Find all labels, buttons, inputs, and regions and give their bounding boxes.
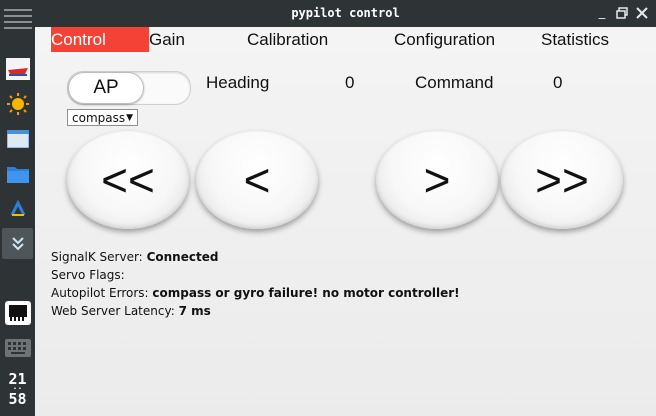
window-icon[interactable] [2, 123, 33, 154]
latency-label: Web Server Latency: [51, 304, 175, 318]
tab-calibration[interactable]: Calibration [247, 27, 328, 52]
servo-flags-status: Servo Flags: [51, 268, 125, 282]
tab-control[interactable]: Control [51, 27, 149, 52]
tab-statistics[interactable]: Statistics [541, 27, 609, 52]
heading-value: 0 [345, 73, 355, 92]
keyboard-icon[interactable] [2, 332, 33, 363]
minimize-icon[interactable]: _ [595, 5, 609, 21]
servo-flags-label: Servo Flags: [51, 268, 125, 282]
command-label: Command [415, 73, 494, 92]
menu-icon[interactable] [2, 3, 33, 34]
title-bar: pypilot control _ [35, 0, 656, 27]
close-icon[interactable] [635, 5, 649, 21]
main-content: Control Gain Calibration Configuration S… [35, 27, 656, 416]
sun-icon[interactable] [2, 88, 33, 119]
download-icon[interactable] [2, 228, 33, 259]
starboard-1-button[interactable]: > [376, 131, 498, 229]
mode-select-value: compass [72, 111, 126, 125]
restore-icon[interactable] [615, 5, 629, 21]
command-value: 0 [553, 73, 563, 92]
chevron-down-icon: ▼ [126, 113, 133, 123]
signalk-label: SignalK Server: [51, 250, 143, 264]
tab-configuration[interactable]: Configuration [394, 27, 495, 52]
clock: 21 ·· 58 [0, 372, 35, 408]
chart-icon[interactable] [2, 193, 33, 224]
autopilot-errors-value: compass or gyro failure! no motor contro… [152, 286, 460, 300]
left-dock: 21 ·· 58 [0, 0, 35, 416]
port-10-button[interactable]: << [67, 131, 189, 229]
autopilot-errors-label: Autopilot Errors: [51, 286, 149, 300]
boat-icon[interactable] [2, 53, 33, 84]
latency-status: Web Server Latency: 7 ms [51, 304, 211, 318]
starboard-10-button[interactable]: >> [501, 131, 623, 229]
latency-value: 7 ms [178, 304, 211, 318]
ap-toggle[interactable]: AP [67, 71, 191, 105]
autopilot-errors-status: Autopilot Errors: compass or gyro failur… [51, 286, 460, 300]
tab-gain[interactable]: Gain [149, 27, 185, 52]
ap-toggle-label[interactable]: AP [68, 72, 144, 104]
window-title: pypilot control [291, 6, 400, 20]
signalk-value: Connected [146, 250, 219, 264]
port-1-button[interactable]: < [196, 131, 318, 229]
signalk-status: SignalK Server: Connected [51, 250, 218, 264]
network-icon[interactable] [2, 297, 33, 328]
clock-minute: 58 [8, 390, 27, 408]
heading-label: Heading [206, 73, 270, 92]
mode-select[interactable]: compass ▼ [67, 109, 138, 126]
folder-icon[interactable] [2, 158, 33, 189]
tab-bar: Control Gain Calibration Configuration S… [51, 27, 651, 52]
